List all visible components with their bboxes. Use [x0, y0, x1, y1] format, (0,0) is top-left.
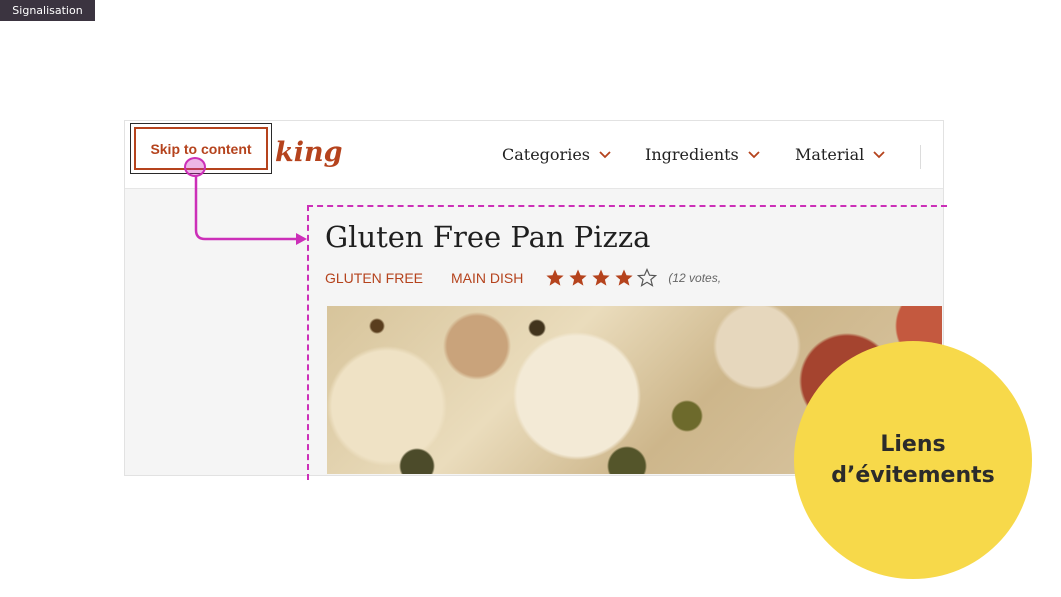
star-filled-icon	[569, 269, 587, 286]
tag-gluten-free[interactable]: GLUTEN FREE	[325, 270, 423, 286]
nav-item-categories[interactable]: Categories	[502, 121, 612, 188]
chevron-down-icon	[873, 150, 885, 158]
chevron-down-icon	[748, 150, 760, 158]
callout-circle: Liens d’évitements	[794, 341, 1032, 579]
nav-item-material[interactable]: Material	[795, 121, 886, 188]
nav-divider	[920, 145, 921, 169]
rating-stars[interactable]	[545, 268, 660, 288]
star-empty-icon	[637, 268, 658, 287]
focus-indicator-dot	[184, 157, 206, 177]
chevron-down-icon	[599, 150, 611, 158]
votes-count: (12 votes,	[668, 271, 722, 285]
nav-label: Categories	[502, 145, 590, 164]
callout-line-2: d’évitements	[831, 463, 995, 488]
star-filled-icon	[592, 269, 610, 286]
nav-label: Material	[795, 145, 865, 164]
tag-main-dish[interactable]: MAIN DISH	[451, 270, 523, 286]
nav-item-ingredients[interactable]: Ingredients	[645, 121, 761, 188]
site-logo[interactable]: king	[275, 137, 342, 168]
recipe-meta: GLUTEN FREE MAIN DISH (12 votes,	[325, 268, 721, 288]
slide-tag: Signalisation	[0, 0, 95, 21]
star-filled-icon	[615, 269, 633, 286]
callout-line-1: Liens	[880, 432, 946, 457]
nav-label: Ingredients	[645, 145, 739, 164]
star-filled-icon	[546, 269, 564, 286]
recipe-title: Gluten Free Pan Pizza	[325, 220, 651, 254]
